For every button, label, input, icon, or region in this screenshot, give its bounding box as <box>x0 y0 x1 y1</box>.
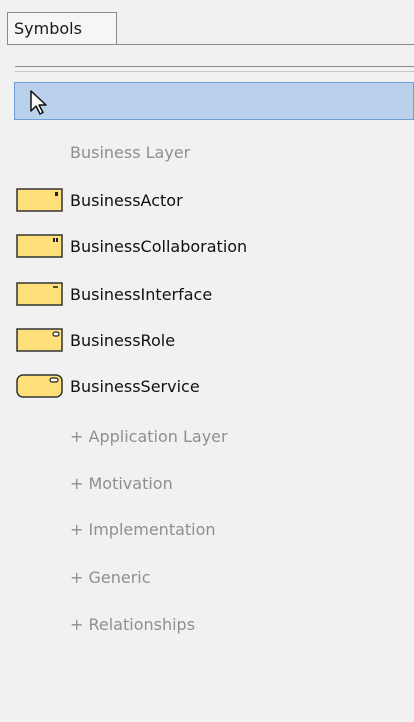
group-implementation[interactable]: + Implementation <box>70 518 216 542</box>
symbol-business-collaboration[interactable]: BusinessCollaboration <box>0 232 414 262</box>
group-application-layer[interactable]: + Application Layer <box>70 425 228 449</box>
business-role-icon <box>16 328 63 352</box>
separator <box>15 66 414 67</box>
symbol-business-service[interactable]: BusinessService <box>0 372 414 402</box>
separator-shadow <box>15 71 414 72</box>
group-motivation[interactable]: + Motivation <box>70 472 173 496</box>
symbol-label: BusinessService <box>70 377 200 396</box>
group-business-layer[interactable]: Business Layer <box>70 141 190 165</box>
symbol-label: BusinessCollaboration <box>70 237 248 256</box>
symbols-panel: Symbols Business Layer BusinessActor Bus… <box>0 0 414 722</box>
tab-symbols[interactable]: Symbols <box>7 12 117 44</box>
group-generic[interactable]: + Generic <box>70 566 151 590</box>
business-service-icon <box>16 374 63 398</box>
symbol-business-actor[interactable]: BusinessActor <box>0 186 414 216</box>
pointer-tool-row[interactable] <box>14 82 414 120</box>
business-interface-icon <box>16 282 63 306</box>
business-actor-icon <box>16 188 63 212</box>
cursor-arrow-icon <box>30 90 47 115</box>
symbol-label: BusinessInterface <box>70 285 213 304</box>
symbol-label: BusinessRole <box>70 331 176 350</box>
group-relationships[interactable]: + Relationships <box>70 613 195 637</box>
business-collaboration-icon <box>16 234 63 258</box>
symbol-label: BusinessActor <box>70 191 183 210</box>
tab-divider <box>7 44 414 45</box>
symbol-business-role[interactable]: BusinessRole <box>0 326 414 356</box>
symbol-business-interface[interactable]: BusinessInterface <box>0 280 414 310</box>
